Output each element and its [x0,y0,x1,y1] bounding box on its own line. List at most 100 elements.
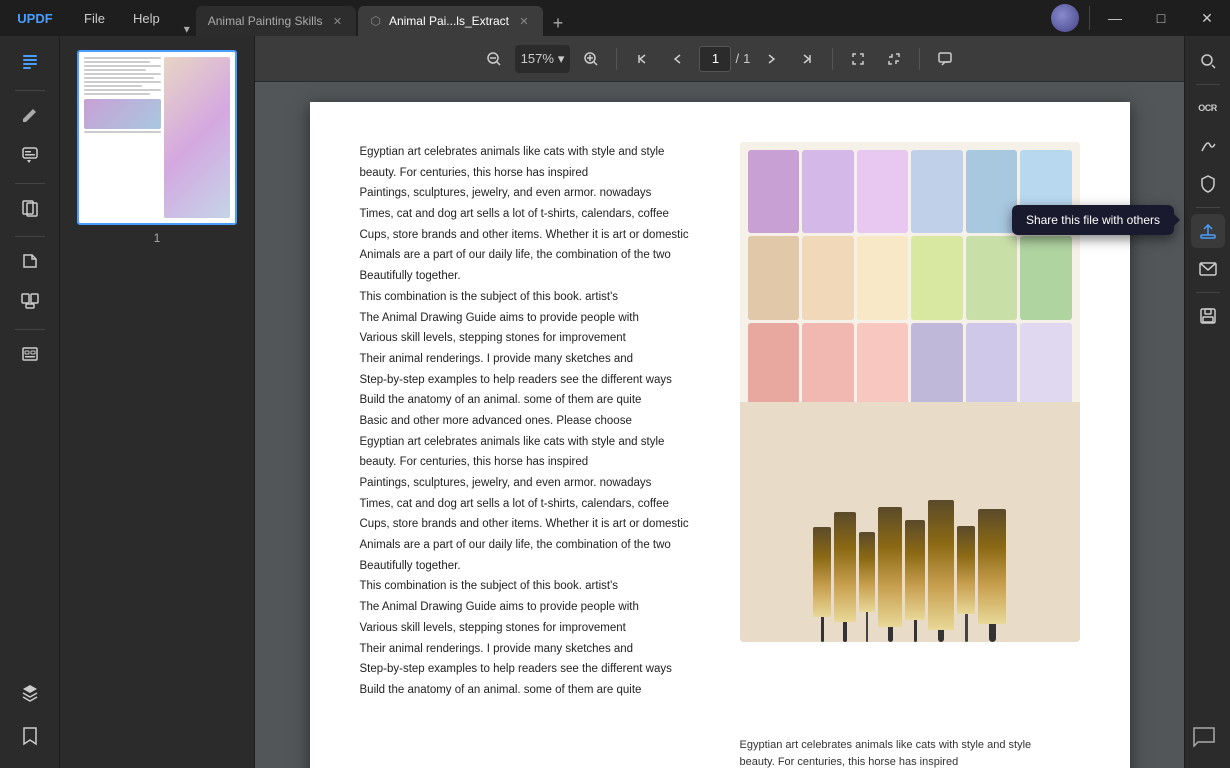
new-tab-btn[interactable]: + [545,10,571,36]
tab-close-1[interactable]: ✕ [330,14,344,28]
pdf-scroll-area[interactable]: Egyptian art celebrates animals like cat… [255,82,1184,768]
pdf-text-line: Their animal renderings. I provide many … [360,349,710,370]
layers-icon[interactable] [12,674,48,710]
thumbnail-page-1[interactable]: 1 [73,46,241,249]
toolbar-sep-1 [616,48,617,70]
email-icon-btn[interactable] [1191,252,1225,286]
maximize-btn[interactable]: □ [1138,0,1184,36]
nav-last-btn[interactable] [792,44,822,74]
user-avatar[interactable] [1051,4,1079,32]
paint-palette [740,142,1080,417]
paint-swatch [857,323,909,406]
save-icon-btn[interactable] [1191,299,1225,333]
tab-dropdown-btn[interactable]: ▾ [178,22,196,36]
bookmark-icon[interactable] [12,718,48,754]
content-wrapper: 157% ▾ / 1 [255,36,1184,768]
pdf-text-line: Cups, store brands and other items. Whet… [360,225,710,246]
paint-swatch [966,323,1018,406]
signature-icon-btn[interactable] [1191,129,1225,163]
fit-width-btn[interactable] [843,44,873,74]
paint-swatch [1020,236,1072,319]
pdf-text-line: Build the anatomy of an animal. some of … [360,680,710,701]
paint-swatch [1020,323,1072,406]
pdf-text-line: Basic and other more advanced ones. Plea… [360,411,710,432]
right-sidebar: OCR [1184,36,1230,768]
tab-label-1: Animal Painting Skills [208,14,323,28]
pdf-text-line: Their animal renderings. I provide many … [360,639,710,660]
nav-prev-btn[interactable] [663,44,693,74]
paint-swatch [748,150,800,233]
zoom-dropdown-arrow: ▾ [558,51,565,67]
app-logo-text: UPDF [17,11,52,26]
help-menu[interactable]: Help [119,0,174,36]
pdf-bottom-text: Egyptian art celebrates animals like cat… [740,737,1100,768]
paint-swatch [802,323,854,406]
pdf-text-column: Egyptian art celebrates animals like cat… [360,142,710,762]
file-menu[interactable]: File [70,0,119,36]
paint-swatch [802,236,854,319]
pdf-text-content: Egyptian art celebrates animals like cat… [360,142,710,701]
tab-extract[interactable]: ⬡ Animal Pai...ls_Extract ✕ [358,6,543,36]
paint-swatch [802,150,854,233]
share-icon-btn[interactable] [1191,214,1225,248]
nav-next-btn[interactable] [756,44,786,74]
close-btn[interactable]: ✕ [1184,0,1230,36]
zoom-in-btn[interactable] [576,44,606,74]
pdf-text-line: Egyptian art celebrates animals like cat… [360,142,710,163]
ocr-icon-btn[interactable]: OCR [1191,91,1225,125]
pdf-text-line: Beautifully together. [360,266,710,287]
tab-animal-painting-skills[interactable]: Animal Painting Skills ✕ [196,6,357,36]
zoom-out-btn[interactable] [479,44,509,74]
pdf-bottom-line: Egyptian art celebrates animals like cat… [740,737,1100,755]
comment-bubble-icon[interactable] [1192,724,1216,754]
right-divider-1 [1196,84,1220,85]
toolbar-sep-3 [919,48,920,70]
extract-pages-icon[interactable] [12,243,48,279]
sidebar-divider-4 [15,329,45,330]
pdf-text-line: Build the anatomy of an animal. some of … [360,390,710,411]
combine-icon[interactable] [12,283,48,319]
tabs-area: ▾ Animal Painting Skills ✕ ⬡ Animal Pai.… [178,0,1043,36]
search-icon-btn[interactable] [1191,44,1225,78]
fit-height-btn[interactable] [879,44,909,74]
pdf-text-line: Animals are a part of our daily life, th… [360,245,710,266]
protect-icon-btn[interactable] [1191,167,1225,201]
tab-close-2[interactable]: ✕ [517,14,531,28]
pdf-text-line: Egyptian art celebrates animals like cat… [360,432,710,453]
paint-brushes [740,402,1080,642]
paint-swatch [911,150,963,233]
pdf-text-line: beauty. For centuries, this horse has in… [360,452,710,473]
minimize-btn[interactable]: — [1092,0,1138,36]
right-divider-2 [1196,207,1220,208]
app-logo[interactable]: UPDF [0,0,70,36]
share-tooltip: Share this file with others [1012,205,1174,235]
pdf-text-line: The Animal Drawing Guide aims to provide… [360,597,710,618]
pdf-text-line: Paintings, sculptures, jewelry, and even… [360,183,710,204]
nav-first-btn[interactable] [627,44,657,74]
form-icon[interactable] [12,336,48,372]
left-sidebar [0,36,60,768]
title-bar: UPDF File Help ▾ Animal Painting Skills … [0,0,1230,36]
pdf-text-line: Various skill levels, stepping stones fo… [360,618,710,639]
paint-swatch [911,236,963,319]
main-layout: 1 157% ▾ / 1 [0,36,1230,768]
zoom-level-display[interactable]: 157% ▾ [515,45,571,73]
paint-swatch [857,236,909,319]
pdf-text-line: This combination is the subject of this … [360,287,710,308]
reader-mode-icon[interactable] [12,44,48,80]
annotate-icon[interactable] [12,137,48,173]
comment-view-btn[interactable] [930,44,960,74]
pdf-text-line: Paintings, sculptures, jewelry, and even… [360,473,710,494]
thumbnail-image-1 [77,50,237,225]
zoom-level-text: 157% [521,51,554,66]
toolbar: 157% ▾ / 1 [255,36,1184,82]
tooltip-text: Share this file with others [1026,213,1160,227]
page-indicator: / 1 [699,46,750,72]
page-number-input[interactable] [699,46,731,72]
pdf-page: Egyptian art celebrates animals like cat… [310,102,1130,768]
highlight-icon[interactable] [12,97,48,133]
pdf-text-line: Step-by-step examples to help readers se… [360,370,710,391]
pages-icon[interactable] [12,190,48,226]
sidebar-divider-1 [15,90,45,91]
thumbnail-panel: 1 [60,36,255,768]
